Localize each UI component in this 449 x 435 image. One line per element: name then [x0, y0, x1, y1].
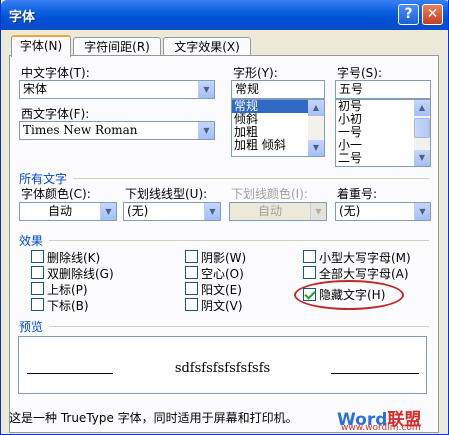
scroll-up-icon[interactable]: ▲	[308, 100, 324, 116]
small-caps-label: 小型大写字母(M)	[319, 251, 411, 265]
font-color-value: 自动	[47, 204, 72, 218]
divider	[49, 240, 429, 241]
underline-style-label: 下划线线型(U):	[125, 187, 208, 201]
outline-checkbox[interactable]	[185, 266, 198, 279]
chevron-down-icon[interactable]: ▼	[100, 203, 116, 220]
scroll-down-icon[interactable]: ▼	[414, 150, 430, 166]
double-strikethrough-checkbox[interactable]	[31, 266, 44, 279]
chinese-font-label: 中文字体(T):	[21, 66, 90, 80]
underline-color-select: 自动 ▼	[229, 202, 327, 221]
chevron-down-icon[interactable]: ▼	[198, 122, 214, 139]
font-style-value: 常规	[235, 82, 260, 96]
all-caps-label: 全部大写字母(A)	[319, 267, 409, 281]
divider	[49, 326, 429, 327]
window-title: 字体	[9, 10, 36, 25]
western-font-value: Times New Roman	[23, 123, 138, 137]
font-style-list[interactable]: 常规 倾斜 加粗 加粗 倾斜 ▲ ▼	[231, 99, 325, 157]
preview-box: sdfsfsfsfsfsfsfs	[18, 336, 427, 394]
shadow-checkbox[interactable]	[185, 250, 198, 263]
highlight-ellipse	[294, 280, 404, 310]
divider	[73, 178, 429, 179]
chevron-down-icon[interactable]: ▼	[414, 203, 430, 220]
underline-color-value: 自动	[257, 204, 282, 218]
font-description: 这是一种 TrueType 字体，同时适用于屏幕和打印机。	[9, 411, 298, 425]
scrollbar[interactable]: ▲ ▼	[308, 100, 324, 156]
shadow-label: 阴影(W)	[201, 251, 247, 265]
font-size-input[interactable]: 五号	[335, 80, 431, 99]
emboss-label: 阳文(E)	[201, 283, 242, 297]
emboss-checkbox[interactable]	[185, 282, 198, 295]
emphasis-mark-select[interactable]: (无) ▼	[335, 202, 431, 221]
preview-section-title: 预览	[19, 320, 44, 334]
underline-style-value: (无)	[127, 204, 149, 218]
small-caps-checkbox[interactable]	[303, 250, 316, 263]
watermark-url: www.wordlm.com	[341, 423, 421, 433]
western-font-select[interactable]: Times New Roman ▼	[19, 121, 215, 140]
double-strikethrough-label: 双删除线(G)	[47, 267, 114, 281]
engrave-label: 阴文(V)	[201, 299, 243, 313]
superscript-label: 上标(P)	[47, 283, 88, 297]
title-bar: 字体 ? ✕	[1, 0, 448, 30]
superscript-checkbox[interactable]	[31, 282, 44, 295]
close-button[interactable]: ✕	[422, 4, 443, 25]
tab-text-effects[interactable]: 文字效果(X)	[163, 37, 251, 57]
subscript-label: 下标(B)	[47, 299, 89, 313]
emphasis-mark-label: 着重号:	[337, 187, 378, 201]
scroll-thumb[interactable]	[414, 118, 430, 138]
chinese-font-value: 宋体	[23, 82, 48, 96]
font-size-list[interactable]: 初号 小初 一号 小一 二号 ▲ ▼	[335, 99, 431, 167]
chevron-down-icon[interactable]: ▼	[198, 81, 214, 98]
help-button[interactable]: ?	[398, 4, 419, 25]
strikethrough-checkbox[interactable]	[31, 250, 44, 263]
outline-label: 空心(O)	[201, 267, 244, 281]
chinese-font-select[interactable]: 宋体 ▼	[19, 80, 215, 99]
preview-baseline-right	[331, 373, 419, 374]
tab-character-spacing[interactable]: 字符间距(R)	[73, 37, 161, 57]
font-size-value: 五号	[339, 82, 364, 96]
underline-style-select[interactable]: (无) ▼	[123, 202, 221, 221]
font-color-select[interactable]: 自动 ▼	[19, 202, 117, 221]
chevron-down-icon[interactable]: ▼	[204, 203, 220, 220]
engrave-checkbox[interactable]	[185, 298, 198, 311]
font-size-label: 字号(S):	[337, 66, 383, 80]
strikethrough-label: 删除线(K)	[47, 251, 101, 265]
scrollbar[interactable]: ▲ ▼	[414, 100, 430, 166]
font-style-input[interactable]: 常规	[231, 80, 325, 99]
underline-color-label: 下划线颜色(I):	[231, 187, 308, 201]
font-style-label: 字形(Y):	[233, 66, 278, 80]
emphasis-mark-value: (无)	[339, 204, 361, 218]
subscript-checkbox[interactable]	[31, 298, 44, 311]
font-dialog: 字体 ? ✕ 字体(N) 字符间距(R) 文字效果(X) 中文字体(T): 宋体…	[0, 0, 449, 435]
font-color-label: 字体颜色(C):	[21, 187, 91, 201]
effects-section-title: 效果	[19, 234, 44, 248]
scroll-down-icon[interactable]: ▼	[308, 140, 324, 156]
all-caps-checkbox[interactable]	[303, 266, 316, 279]
western-font-label: 西文字体(F):	[21, 107, 90, 121]
tab-font[interactable]: 字体(N)	[11, 35, 71, 57]
scroll-up-icon[interactable]: ▲	[414, 100, 430, 116]
chevron-down-icon: ▼	[310, 203, 326, 220]
